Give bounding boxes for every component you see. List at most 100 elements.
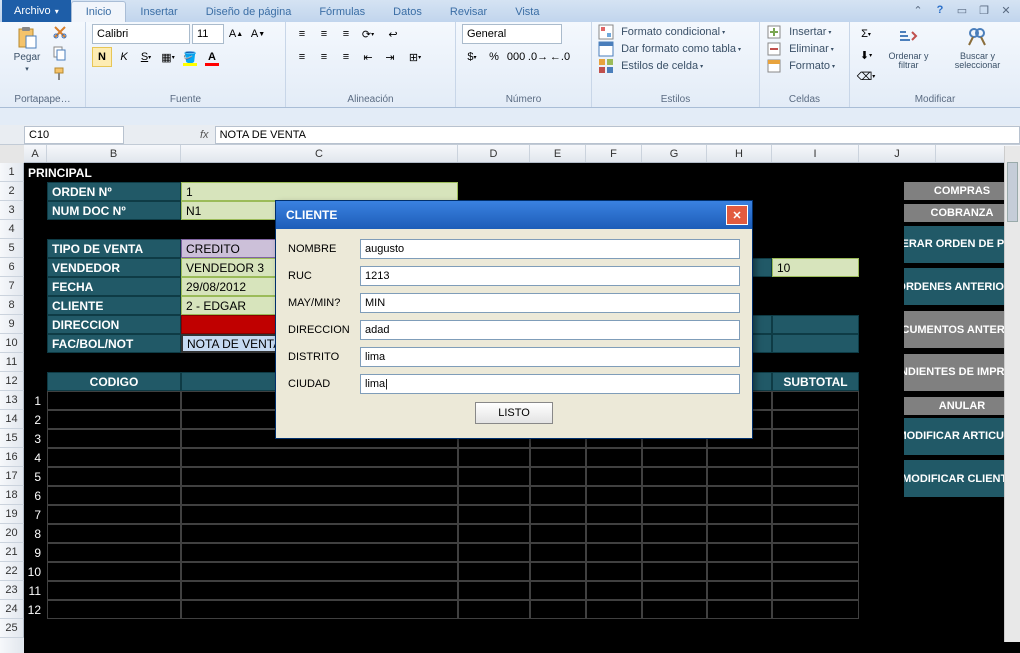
cell-r8-c3[interactable]: [458, 524, 530, 543]
cell-r2-c1[interactable]: [47, 410, 181, 429]
align-right-icon[interactable]: ≡: [336, 47, 356, 67]
dlg-input-ciudad[interactable]: [360, 374, 740, 394]
cell-r5-c5[interactable]: [586, 467, 642, 486]
cell-r7-c4[interactable]: [530, 505, 586, 524]
vertical-scrollbar[interactable]: [1004, 146, 1020, 642]
close-icon[interactable]: ✕: [998, 2, 1014, 18]
align-left-icon[interactable]: ≡: [292, 47, 312, 67]
col-header-C[interactable]: C: [181, 145, 458, 162]
sidebar-btn-5[interactable]: PENDIENTES DE IMPRESION: [904, 354, 1020, 391]
dlg-input-nombre[interactable]: [360, 239, 740, 259]
decrease-indent-icon[interactable]: ⇤: [358, 47, 378, 67]
col-header-D[interactable]: D: [458, 145, 530, 162]
cell-r8-c1[interactable]: [47, 524, 181, 543]
cell-r10-c2[interactable]: [181, 562, 458, 581]
cell-r9-c5[interactable]: [586, 543, 642, 562]
cell-r10-c5[interactable]: [586, 562, 642, 581]
sort-filter-button[interactable]: Ordenar y filtrar: [880, 24, 937, 72]
cell-r11-c4[interactable]: [530, 581, 586, 600]
sidebar-btn-4[interactable]: DOCUMENTOS ANTERIORES: [904, 311, 1020, 348]
wrap-text-icon[interactable]: ↩: [380, 24, 406, 44]
cell-r5-c6[interactable]: [642, 467, 707, 486]
increase-decimal-icon[interactable]: .0→: [528, 47, 548, 67]
dlg-input-distrito[interactable]: [360, 347, 740, 367]
border-button[interactable]: ▦▾: [158, 47, 178, 67]
col-header-E[interactable]: E: [530, 145, 586, 162]
cell-r5-c2[interactable]: [181, 467, 458, 486]
row-header-25[interactable]: 25: [0, 619, 24, 638]
cell-r8-c4[interactable]: [530, 524, 586, 543]
delete-cells-button[interactable]: Eliminar ▾: [766, 41, 834, 57]
bold-button[interactable]: N: [92, 47, 112, 67]
cell-r4-c7[interactable]: [707, 448, 772, 467]
conditional-format-button[interactable]: Formato condicional ▾: [598, 24, 725, 40]
cell-r11-c3[interactable]: [458, 581, 530, 600]
cell-r4-c5[interactable]: [586, 448, 642, 467]
insert-cells-button[interactable]: Insertar ▾: [766, 24, 831, 40]
row-header-8[interactable]: 8: [0, 296, 24, 315]
row-header-21[interactable]: 21: [0, 543, 24, 562]
tab-vista[interactable]: Vista: [501, 2, 553, 22]
cell-r4-c2[interactable]: [181, 448, 458, 467]
font-size-select[interactable]: [192, 24, 224, 44]
row-header-3[interactable]: 3: [0, 201, 24, 220]
font-color-button[interactable]: A: [202, 47, 222, 67]
clear-icon[interactable]: ⌫▾: [856, 66, 876, 86]
cell-r4-c6[interactable]: [642, 448, 707, 467]
col-header-B[interactable]: B: [47, 145, 181, 162]
sidebar-btn-3[interactable]: ORDENES ANTERIORES: [904, 268, 1020, 305]
cell-r6-c1[interactable]: [47, 486, 181, 505]
row-header-12[interactable]: 12: [0, 372, 24, 391]
cell-r12-c7[interactable]: [707, 600, 772, 619]
cell-r5-c7[interactable]: [707, 467, 772, 486]
cell-r1-c8[interactable]: [772, 391, 859, 410]
cell-r7-c1[interactable]: [47, 505, 181, 524]
cell-r4-c8[interactable]: [772, 448, 859, 467]
align-bottom-icon[interactable]: ≡: [336, 24, 356, 44]
cell-r10-c7[interactable]: [707, 562, 772, 581]
tab-formulas[interactable]: Fórmulas: [305, 2, 379, 22]
align-top-icon[interactable]: ≡: [292, 24, 312, 44]
help-icon[interactable]: ?: [932, 2, 948, 18]
cell-r9-c1[interactable]: [47, 543, 181, 562]
row-header-23[interactable]: 23: [0, 581, 24, 600]
cell-r5-c1[interactable]: [47, 467, 181, 486]
cell-r8-c2[interactable]: [181, 524, 458, 543]
col-header-A[interactable]: A: [24, 145, 47, 162]
cell-r10-c6[interactable]: [642, 562, 707, 581]
cell-r11-c2[interactable]: [181, 581, 458, 600]
cell-r8-c7[interactable]: [707, 524, 772, 543]
row-header-5[interactable]: 5: [0, 239, 24, 258]
cell-r9-c2[interactable]: [181, 543, 458, 562]
cell-r7-c8[interactable]: [772, 505, 859, 524]
cell-r12-c3[interactable]: [458, 600, 530, 619]
cell-r12-c6[interactable]: [642, 600, 707, 619]
dlg-input-ruc[interactable]: [360, 266, 740, 286]
currency-icon[interactable]: $▾: [462, 47, 482, 67]
cut-icon[interactable]: [52, 24, 68, 43]
tab-insertar[interactable]: Insertar: [126, 2, 191, 22]
underline-button[interactable]: S ▾: [136, 47, 156, 67]
italic-button[interactable]: K: [114, 47, 134, 67]
ribbon-minimize-icon[interactable]: ⌃: [910, 2, 926, 18]
cell-r8-c6[interactable]: [642, 524, 707, 543]
cell-r11-c8[interactable]: [772, 581, 859, 600]
row-header-18[interactable]: 18: [0, 486, 24, 505]
format-painter-icon[interactable]: [52, 66, 68, 85]
cell-r10-c4[interactable]: [530, 562, 586, 581]
cell-r8-c5[interactable]: [586, 524, 642, 543]
minimize-icon[interactable]: ▭: [954, 2, 970, 18]
dialog-close-button[interactable]: ✕: [726, 205, 748, 225]
cell-r11-c5[interactable]: [586, 581, 642, 600]
cell-r6-c5[interactable]: [586, 486, 642, 505]
format-cells-button[interactable]: Formato ▾: [766, 58, 835, 74]
cell-r1-c1[interactable]: [47, 391, 181, 410]
cell-styles-button[interactable]: Estilos de celda ▾: [598, 58, 703, 74]
cell-r9-c7[interactable]: [707, 543, 772, 562]
cell-r4-c1[interactable]: [47, 448, 181, 467]
tab-inicio[interactable]: Inicio: [71, 1, 127, 22]
increase-indent-icon[interactable]: ⇥: [380, 47, 400, 67]
row-header-24[interactable]: 24: [0, 600, 24, 619]
sidebar-btn-0[interactable]: COMPRAS: [904, 182, 1020, 200]
cell-r12-c4[interactable]: [530, 600, 586, 619]
